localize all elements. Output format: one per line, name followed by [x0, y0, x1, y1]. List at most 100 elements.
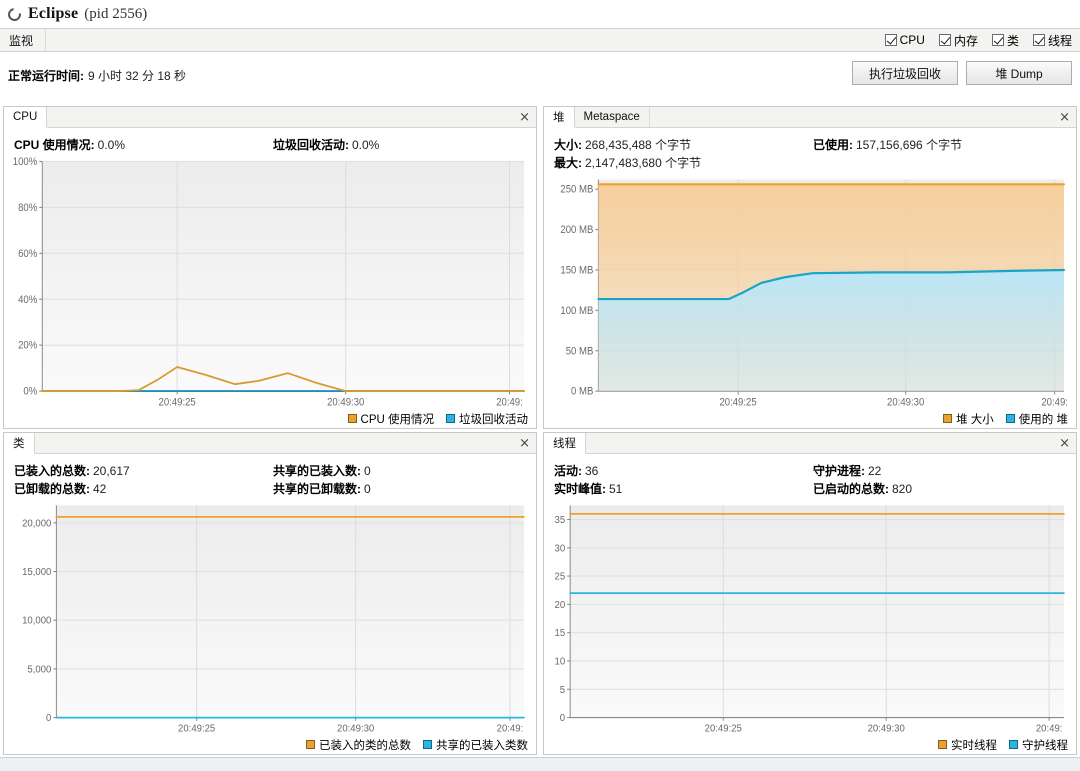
stat-threads-live: 活动: 36	[554, 462, 809, 479]
svg-text:0 MB: 0 MB	[571, 386, 594, 398]
classes-chart: 0 5,000 10,000 15,000 20,000 20:49:25 20:49:30…	[4, 501, 536, 735]
svg-text:20:49:: 20:49:	[497, 723, 524, 734]
stat-threads-started-total-value: 820	[892, 482, 913, 496]
stat-threads-daemon-label: 守护进程:	[813, 464, 865, 478]
svg-text:20:49:30: 20:49:30	[868, 723, 906, 734]
stat-heap-max-label: 最大:	[554, 156, 582, 170]
legend-item-gc-activity: 垃圾回收活动	[446, 411, 528, 427]
panel-threads-body: 活动: 36 守护进程: 22 实时峰值: 51 已启动的总数: 820 0 5 10 15 2…	[544, 454, 1076, 754]
status-bar	[0, 757, 1080, 771]
app-pid: (pid 2556)	[84, 5, 148, 22]
checkbox-memory-label: 内存	[953, 33, 978, 48]
svg-text:250 MB: 250 MB	[560, 184, 593, 196]
legend-item-classes-shared: 共享的已装入类数	[423, 737, 528, 753]
classes-chart-svg: 0 5,000 10,000 15,000 20,000 20:49:25 20:49:30…	[22, 505, 525, 735]
stat-threads-started-total-label: 已启动的总数:	[813, 482, 889, 496]
stat-threads-peak-label: 实时峰值:	[554, 482, 606, 496]
panel-threads-tab[interactable]: 线程	[544, 433, 586, 454]
cpu-chart: 0% 20% 40% 60% 80% 100% 20:49:25 20:49:30 20:49:	[4, 157, 536, 409]
stat-heap-size-value: 268,435,488 个字节	[585, 138, 692, 152]
svg-text:20:49:30: 20:49:30	[337, 723, 375, 734]
panel-cpu-header: CPU ×	[4, 107, 536, 128]
panel-classes-tab[interactable]: 类	[4, 433, 35, 454]
stat-cpu-usage-value: 0.0%	[97, 138, 126, 152]
svg-text:150 MB: 150 MB	[560, 265, 593, 277]
svg-text:20,000: 20,000	[22, 518, 52, 529]
svg-text:20:49:25: 20:49:25	[159, 397, 197, 409]
legend-item-classes-loaded: 已装入的类的总数	[306, 737, 411, 753]
close-icon[interactable]: ×	[1059, 107, 1070, 127]
uptime-label: 正常运行时间:	[8, 68, 84, 83]
tab-monitor-label: 监视	[9, 33, 34, 48]
svg-text:20:49:25: 20:49:25	[705, 723, 743, 734]
svg-text:40%: 40%	[18, 294, 37, 306]
panel-heap-tab[interactable]: 堆	[544, 107, 575, 128]
classes-stats: 已装入的总数: 20,617 共享的已装入数: 0 已卸载的总数: 42 共享的已卸载…	[4, 454, 536, 501]
legend-label: 垃圾回收活动	[459, 413, 528, 426]
svg-text:100 MB: 100 MB	[560, 306, 593, 318]
checkbox-classes[interactable]: 类	[991, 32, 1019, 49]
stat-classes-loaded-total-label: 已装入的总数:	[14, 464, 90, 478]
checkbox-cpu[interactable]: CPU	[884, 33, 925, 47]
stat-threads-started-total: 已启动的总数: 820	[813, 480, 1068, 497]
svg-text:50 MB: 50 MB	[566, 346, 594, 358]
tab-monitor[interactable]: 监视	[0, 29, 47, 51]
close-icon[interactable]: ×	[1059, 433, 1070, 453]
stat-classes-loaded-total: 已装入的总数: 20,617	[14, 462, 269, 479]
panel-cpu-body: CPU 使用情况: 0.0% 垃圾回收活动: 0.0% 0% 20% 40% 60% 80%…	[4, 128, 536, 428]
legend-swatch-icon	[1005, 414, 1015, 423]
panel-classes-body: 已装入的总数: 20,617 共享的已装入数: 0 已卸载的总数: 42 共享的已卸载…	[4, 454, 536, 754]
monitor-window: Eclipse (pid 2556) 监视 CPU 内存 类 线程 正常运行时间…	[0, 0, 1080, 771]
threads-legend: 实时线程 守护线程	[544, 735, 1076, 754]
panel-grid: CPU × CPU 使用情况: 0.0% 垃圾回收活动: 0.0% 0% 20% 40%…	[3, 106, 1077, 755]
svg-text:5: 5	[560, 684, 566, 695]
svg-text:20:49:25: 20:49:25	[178, 723, 216, 734]
stat-heap-used: 已使用: 157,156,696 个字节	[813, 136, 1068, 153]
svg-text:10: 10	[555, 656, 566, 667]
cpu-stats: CPU 使用情况: 0.0% 垃圾回收活动: 0.0%	[4, 128, 536, 157]
svg-text:0%: 0%	[23, 386, 37, 398]
threads-chart: 0 5 10 15 20 25 30 35 20:49:25 20:49:30 20:49:	[544, 501, 1076, 735]
stat-heap-max-value: 2,147,483,680 个字节	[585, 156, 702, 170]
stat-heap-size: 大小: 268,435,488 个字节	[554, 136, 809, 153]
panel-metaspace-tab-label: Metaspace	[583, 111, 640, 123]
stat-classes-shared-unloaded-label: 共享的已卸载数:	[273, 482, 361, 496]
checkbox-cpu-label: CPU	[899, 33, 925, 47]
stat-classes-shared-loaded: 共享的已装入数: 0	[273, 462, 528, 479]
stat-classes-shared-loaded-value: 0	[364, 464, 371, 478]
checkbox-threads[interactable]: 线程	[1032, 32, 1072, 49]
checkbox-memory[interactable]: 内存	[938, 32, 978, 49]
stat-cpu-usage-label: CPU 使用情况:	[14, 138, 95, 152]
heap-legend: 堆 大小 使用的 堆	[544, 409, 1076, 428]
stat-cpu-usage: CPU 使用情况: 0.0%	[14, 136, 269, 153]
stat-heap-max: 最大: 2,147,483,680 个字节	[554, 154, 809, 171]
panel-cpu-tab[interactable]: CPU	[4, 107, 48, 128]
cpu-legend: CPU 使用情况 垃圾回收活动	[4, 409, 536, 428]
panel-classes-header: 类 ×	[4, 433, 536, 454]
legend-item-heap-used: 使用的 堆	[1005, 411, 1068, 427]
close-icon[interactable]: ×	[519, 107, 530, 127]
close-icon[interactable]: ×	[519, 433, 530, 453]
svg-text:100%: 100%	[13, 157, 37, 168]
svg-text:20:49:: 20:49:	[1036, 723, 1063, 734]
panel-classes-title: 类	[13, 438, 25, 450]
legend-label: 使用的 堆	[1018, 413, 1068, 426]
legend-label: 堆 大小	[956, 413, 994, 426]
heap-dump-button[interactable]: 堆 Dump	[966, 61, 1072, 85]
panel-metaspace-tab[interactable]: Metaspace	[575, 107, 650, 127]
panel-threads-header: 线程 ×	[544, 433, 1076, 454]
perform-gc-button[interactable]: 执行垃圾回收	[852, 61, 958, 85]
stat-threads-peak-value: 51	[609, 482, 623, 496]
stat-classes-shared-unloaded-value: 0	[364, 482, 371, 496]
threads-chart-svg: 0 5 10 15 20 25 30 35 20:49:25 20:49:30 20:49:	[555, 505, 1065, 735]
stat-threads-live-value: 36	[585, 464, 599, 478]
svg-text:20:49:30: 20:49:30	[327, 397, 365, 409]
stat-threads-peak: 实时峰值: 51	[554, 480, 809, 497]
metric-checkbox-group: CPU 内存 类 线程	[884, 29, 1072, 51]
heap-chart: 0 MB 50 MB 100 MB 150 MB 200 MB 250 MB 20:49:2…	[544, 175, 1076, 409]
legend-swatch-icon	[1009, 740, 1018, 749]
stat-classes-unloaded-total-value: 42	[93, 482, 107, 496]
svg-text:0: 0	[46, 713, 52, 724]
stat-threads-live-label: 活动:	[554, 464, 582, 478]
legend-label: CPU 使用情况	[360, 413, 434, 426]
